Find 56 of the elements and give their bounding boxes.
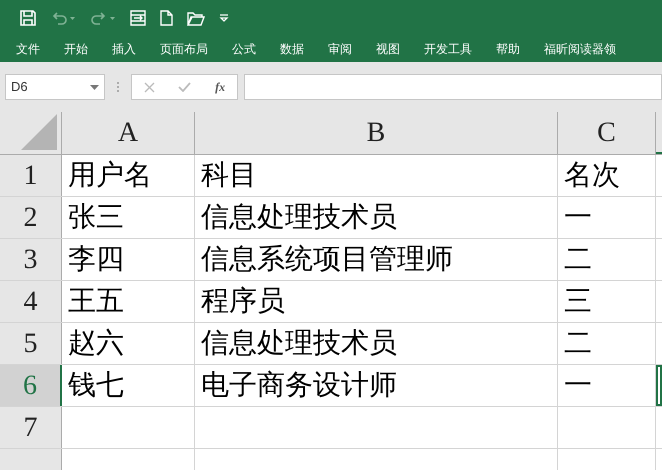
table-cell-text: 程序员 — [201, 284, 285, 318]
checkmark-icon[interactable] — [178, 82, 192, 92]
ribbon-tab[interactable]: 开始 — [57, 36, 95, 62]
name-box-value: D6 — [11, 78, 28, 96]
ribbon-tab[interactable]: 视图 — [369, 36, 407, 62]
form-icon[interactable] — [130, 10, 146, 26]
table-cell-text: 电子商务设计师 — [201, 368, 397, 402]
select-all-corner-icon[interactable] — [21, 114, 57, 150]
table-cell-text: 一 — [564, 200, 592, 234]
row-header[interactable]: 4 — [0, 281, 62, 322]
name-box[interactable]: D6 — [5, 74, 105, 100]
ribbon-tab[interactable]: 插入 — [105, 36, 143, 62]
save-icon[interactable] — [20, 10, 36, 26]
ribbon-tab[interactable]: 页面布局 — [153, 36, 215, 62]
table-cell-text: 名次 — [564, 158, 620, 192]
row-header[interactable]: 7 — [0, 407, 62, 448]
table-cell-text: 二 — [564, 242, 592, 276]
ribbon-tab[interactable]: 帮助 — [489, 36, 527, 62]
table-cell-text: 王五 — [68, 284, 124, 318]
undo-icon[interactable] — [50, 10, 76, 26]
row-header[interactable]: 6 — [0, 365, 62, 406]
ribbon-tab[interactable]: 文件 — [9, 36, 47, 62]
ribbon-tab[interactable]: 公式 — [225, 36, 263, 62]
table-cell-text: 一 — [564, 368, 592, 402]
table-cell-text: 二 — [564, 326, 592, 360]
table-cell-text: 用户名 — [68, 158, 152, 192]
row-header[interactable]: 1 — [0, 155, 62, 196]
row-header[interactable]: 3 — [0, 239, 62, 280]
table-cell-text: 信息系统项目管理师 — [201, 242, 453, 276]
row-header[interactable]: 5 — [0, 323, 62, 364]
table-cell-text: 信息处理技术员 — [201, 200, 397, 234]
new-document-icon[interactable] — [160, 10, 173, 26]
column-header[interactable]: C — [558, 112, 656, 154]
table-cell-text: 张三 — [68, 200, 124, 234]
row-header[interactable]: 2 — [0, 197, 62, 238]
ribbon-tab[interactable]: 开发工具 — [417, 36, 479, 62]
table-cell-text: 科目 — [201, 158, 257, 192]
table-cell-text: 钱七 — [68, 368, 124, 402]
table-cell-text: 赵六 — [68, 326, 124, 360]
ribbon-tab[interactable]: 福昕阅读器领 — [537, 36, 623, 62]
table-cell-text: 信息处理技术员 — [201, 326, 397, 360]
customize-dropdown-icon[interactable] — [219, 14, 229, 22]
column-header[interactable]: A — [62, 112, 195, 154]
redo-icon[interactable] — [90, 10, 116, 26]
cancel-icon[interactable] — [144, 82, 155, 92]
table-cell-text: 三 — [564, 284, 592, 318]
dropdown-arrow-icon[interactable] — [90, 84, 99, 90]
ribbon-tab[interactable]: 审阅 — [321, 36, 359, 62]
selected-cell[interactable] — [656, 365, 662, 406]
insert-function-button[interactable]: fx — [215, 78, 226, 96]
column-header[interactable]: B — [195, 112, 558, 154]
formula-input[interactable] — [244, 74, 662, 100]
ribbon-tab[interactable]: 数据 — [273, 36, 311, 62]
drag-handle-icon[interactable] — [116, 81, 120, 93]
folder-icon[interactable] — [187, 10, 205, 26]
table-cell-text: 李四 — [68, 242, 124, 276]
